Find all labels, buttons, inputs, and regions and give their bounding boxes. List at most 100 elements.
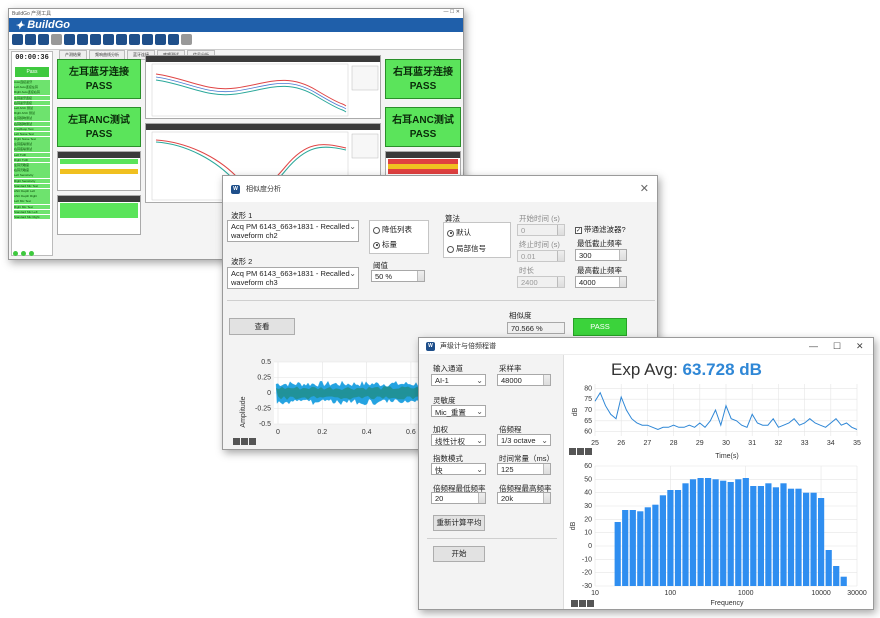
step-item[interactable]: Right THD (14, 157, 50, 163)
weight-select[interactable]: 线性计权 (431, 434, 486, 446)
x-tick-label: 10 (591, 590, 599, 597)
opt-scalar[interactable]: 标量 (370, 235, 428, 250)
sound-meter-window: W 声级计与倍频程谱 — ☐ ✕ 输入通道 AI-1 采样率 48000 灵敏度… (418, 337, 874, 610)
step-item[interactable]: Left Noise Test (14, 131, 50, 137)
check-icon[interactable]: ✓ (575, 226, 582, 234)
octave-bar (689, 479, 697, 586)
wrench-icon[interactable] (116, 34, 127, 45)
close-icon[interactable]: ✕ (856, 341, 864, 352)
step-item[interactable]: Left ANC 测试 (14, 105, 50, 111)
step-item[interactable]: ANC Depth Right (14, 194, 50, 199)
step-item[interactable]: Standard Mic Right (14, 214, 50, 220)
step-item[interactable]: Left Sensitivity (14, 173, 50, 178)
octave-bar (825, 550, 832, 586)
radio-selected-icon[interactable] (447, 229, 454, 237)
wave2-select[interactable]: Acq PM 6143_663+1831 - Recalled waveform… (227, 267, 359, 289)
step-item[interactable]: 左耳蓝牙连接 (14, 95, 50, 101)
report-icon[interactable] (90, 34, 101, 45)
gear-icon[interactable] (103, 34, 114, 45)
y-tick-label: -10 (582, 556, 592, 563)
x-tick-label: 1000 (738, 590, 754, 597)
step-item[interactable]: FreqResp Test (14, 126, 50, 132)
threshold-field[interactable]: 50 % (371, 270, 425, 282)
left-anc-title: 左耳ANC测试 (68, 115, 130, 126)
step-item[interactable]: Left Auto连接左耳 (14, 85, 50, 90)
algo-window[interactable]: 局部信号 (444, 238, 510, 254)
step-item[interactable]: Standard Mic Test (14, 183, 50, 189)
algo-default[interactable]: 默认 (444, 223, 510, 238)
step-item[interactable]: 左耳灵敏度 (14, 163, 50, 168)
octave-select[interactable]: 1/3 octave (497, 434, 551, 446)
recalc-button[interactable]: 重新计算平均 (433, 515, 485, 531)
end-time-field[interactable]: 0.01 (517, 250, 565, 262)
step-item[interactable]: ANC Depth Left (14, 188, 50, 194)
step-item[interactable]: Right ANC 测试 (14, 111, 50, 116)
wave1-select[interactable]: Acq PM 6143_663+1831 - Recalled waveform… (227, 220, 359, 242)
step-item[interactable]: 右耳蓝牙连接 (14, 100, 50, 106)
start-time-field[interactable]: 0 (517, 224, 565, 236)
window-controls[interactable]: — ☐ ✕ (444, 9, 460, 15)
radio-icon[interactable] (373, 226, 380, 234)
length-field[interactable]: 2400 (517, 276, 565, 288)
step-item[interactable]: Right Auto连接右耳 (14, 90, 50, 95)
octave-bar (735, 479, 742, 586)
step-item[interactable]: Left THD (14, 152, 50, 158)
input-select[interactable]: AI-1 (431, 374, 486, 386)
octave-bar (644, 507, 651, 586)
y-tick-label: -0.25 (255, 406, 271, 413)
step-item[interactable]: Right Mic Test (14, 204, 50, 210)
octave-bar (818, 498, 825, 586)
start-icon[interactable] (12, 34, 23, 45)
radio-icon[interactable] (447, 245, 454, 253)
minimize-icon[interactable]: — (809, 341, 818, 351)
close-icon[interactable]: ✕ (640, 182, 649, 195)
low-cut-field[interactable]: 300 (575, 249, 627, 261)
doc-icon[interactable] (181, 34, 192, 45)
step-icon[interactable] (64, 34, 75, 45)
stop-icon[interactable] (25, 34, 36, 45)
step-item[interactable]: Left Mic Test (14, 199, 50, 204)
calibrate-icon[interactable] (129, 34, 140, 45)
step-item[interactable]: 左耳频响测试 (14, 116, 50, 121)
pause-icon[interactable] (38, 34, 49, 45)
step-item[interactable]: Standard Mic Left (14, 209, 50, 215)
step-item[interactable]: 右耳频响测试 (14, 121, 50, 127)
opt-list[interactable]: 降低列表 (370, 221, 428, 235)
low-freq-field[interactable]: 20 (431, 492, 486, 504)
y-tick-label: -30 (582, 583, 592, 590)
record-icon[interactable] (51, 34, 62, 45)
level-graph-tools[interactable] (569, 448, 592, 455)
octave-bar (757, 486, 764, 586)
x-tick-label: 30000 (847, 590, 867, 597)
left-panel: 00:00:36 Pass Auto连接蓝牙 Left Auto连接左耳 Right… (11, 51, 53, 256)
step-item[interactable]: Auto连接蓝牙 (14, 80, 50, 85)
maximize-icon[interactable]: ☐ (833, 341, 841, 352)
export-icon[interactable] (77, 34, 88, 45)
user-icon[interactable] (155, 34, 166, 45)
step-item[interactable]: 右耳灵敏度 (14, 168, 50, 173)
octave-bar (727, 482, 734, 586)
step-item[interactable]: Right Noise Test (14, 137, 50, 142)
x-tick-label: 27 (644, 440, 652, 447)
filter-checkbox[interactable]: ✓ 带通滤波器? (575, 224, 626, 235)
start-button[interactable]: 开始 (433, 546, 485, 562)
exp-avg-value: 63.728 dB (682, 360, 762, 379)
octave-bar (787, 488, 795, 586)
mode-select[interactable]: 快 (431, 463, 486, 475)
graph-tools[interactable] (233, 438, 256, 445)
step-list: Auto连接蓝牙 Left Auto连接左耳 Right Auto连接右耳 左耳蓝牙连… (12, 80, 52, 220)
high-cut-field[interactable]: 4000 (575, 276, 627, 288)
view-button[interactable]: 查看 (229, 318, 295, 335)
step-item[interactable]: 右耳底噪测试 (14, 147, 50, 153)
step-item[interactable]: 左耳底噪测试 (14, 142, 50, 147)
time-field[interactable]: 125 (497, 463, 551, 475)
help-icon[interactable] (168, 34, 179, 45)
chart-icon[interactable] (142, 34, 153, 45)
app-icon: W (231, 184, 240, 194)
high-freq-field[interactable]: 20k (497, 492, 551, 504)
sens-select[interactable]: Mic_重置 (431, 405, 486, 417)
rate-field[interactable]: 48000 (497, 374, 551, 386)
octave-graph-tools[interactable] (571, 600, 594, 607)
step-item[interactable]: Right Sensitivity (14, 178, 50, 184)
radio-selected-icon[interactable] (373, 241, 380, 249)
